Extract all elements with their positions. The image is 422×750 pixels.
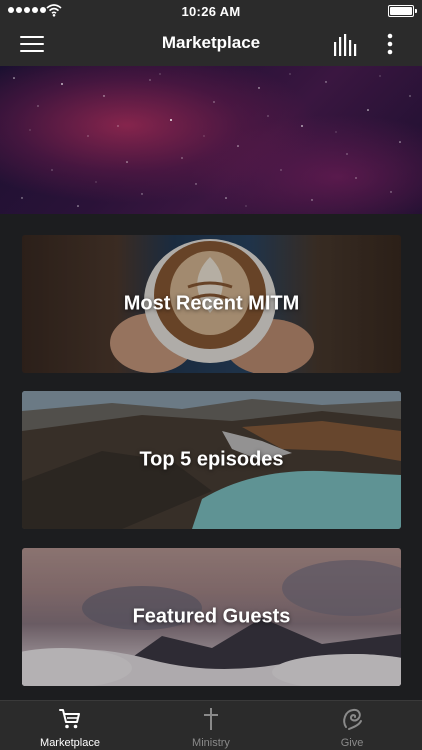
battery-full-icon (388, 5, 417, 17)
status-time: 10:26 AM (181, 4, 241, 19)
tab-marketplace[interactable]: Marketplace (0, 701, 140, 750)
tab-bar: Marketplace Ministry Give (0, 700, 422, 750)
shopping-cart-icon (59, 709, 80, 729)
hamburger-menu-icon[interactable] (20, 34, 44, 54)
tab-give[interactable]: Give (282, 701, 422, 750)
card-featured-guests[interactable]: Featured Guests (22, 548, 401, 686)
card-label: Most Recent MITM (123, 292, 300, 315)
bar-chart-icon[interactable] (333, 34, 357, 56)
hero-starry-sky-image (0, 66, 422, 214)
tab-label: Ministry (192, 737, 230, 749)
give-swirl-icon (343, 708, 362, 730)
page-title: Marketplace (161, 33, 261, 52)
card-label: Featured Guests (132, 605, 291, 628)
tab-label: Give (340, 737, 364, 749)
cross-icon (204, 708, 218, 730)
card-label: Top 5 episodes (139, 448, 284, 471)
card-top-episodes[interactable]: Top 5 episodes (22, 391, 401, 529)
navigation-bar: Marketplace (0, 22, 422, 66)
card-most-recent[interactable]: Most Recent MITM (22, 235, 401, 373)
tab-label: Marketplace (40, 737, 100, 749)
vertical-ellipsis-icon[interactable] (384, 32, 396, 56)
tab-ministry[interactable]: Ministry (141, 701, 281, 750)
status-bar: 10:26 AM (0, 0, 422, 22)
